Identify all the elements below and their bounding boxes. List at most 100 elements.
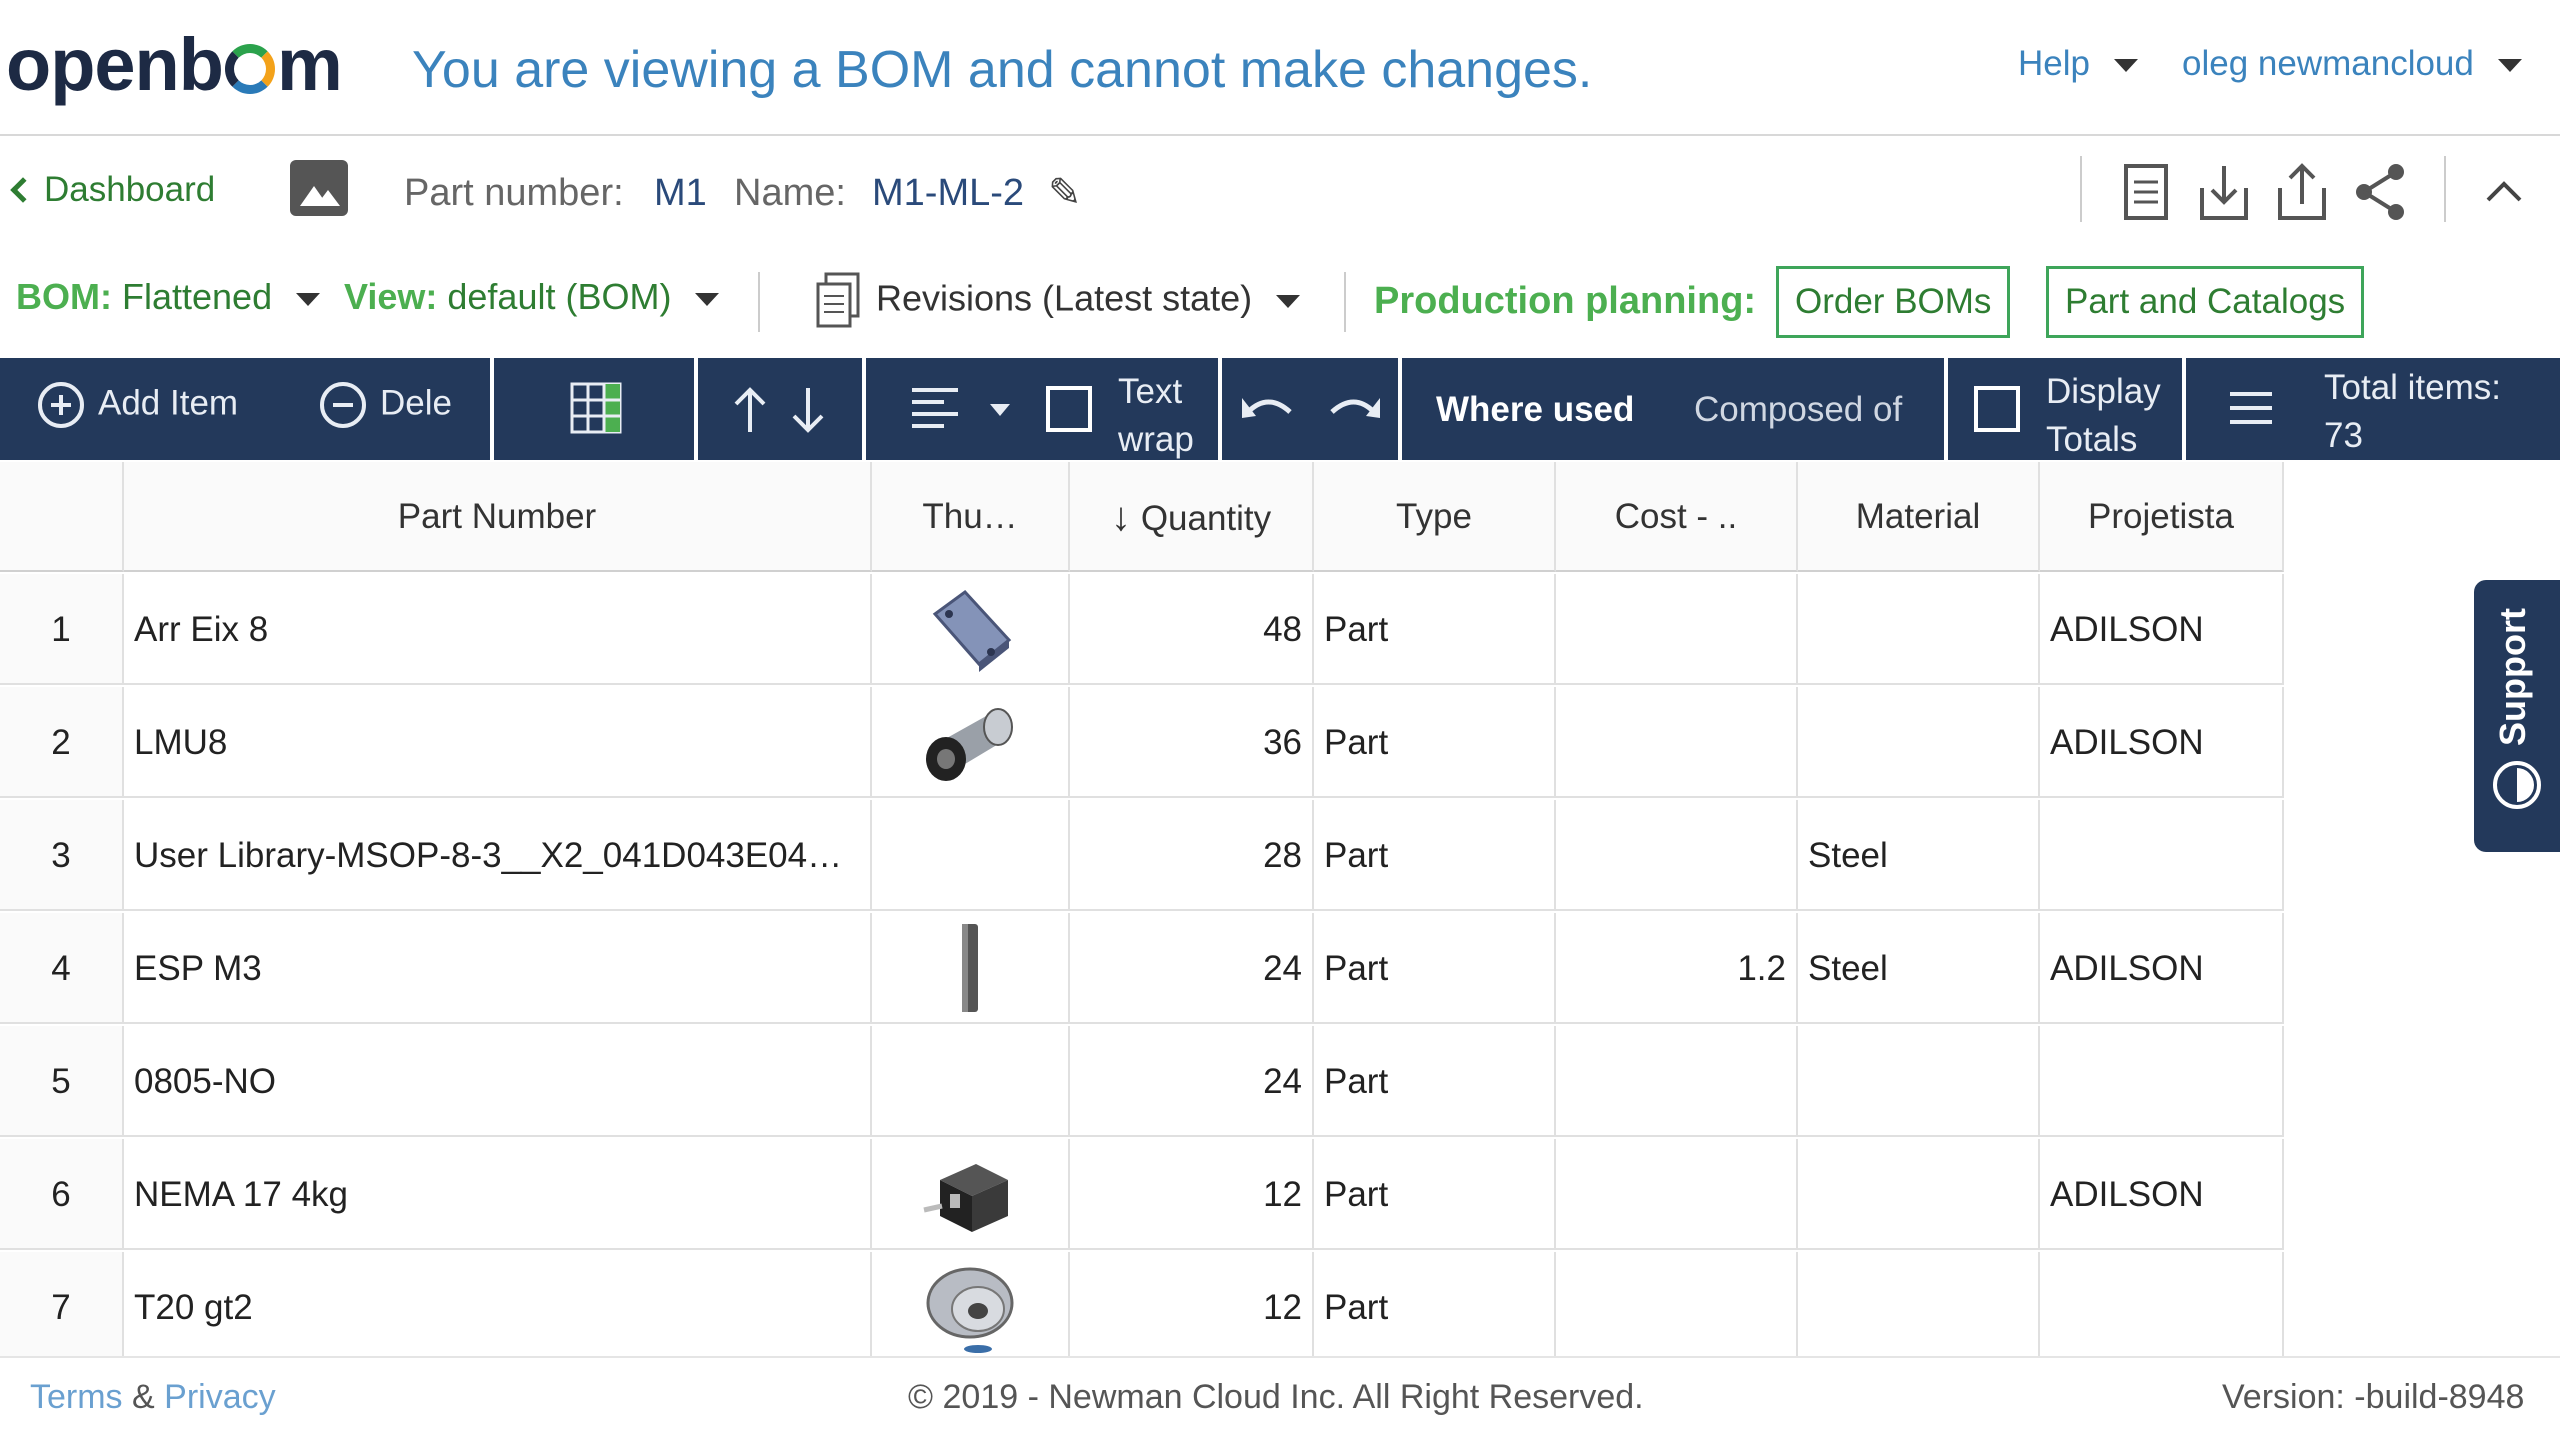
thumbnail-cell[interactable]	[872, 913, 1070, 1024]
cost-cell[interactable]	[1556, 800, 1798, 911]
part-number-cell[interactable]: NEMA 17 4kg	[124, 1139, 872, 1250]
material-cell[interactable]	[1798, 687, 2040, 798]
add-item-button[interactable]: Add Item	[38, 382, 238, 428]
quantity-cell[interactable]: 24	[1070, 1026, 1314, 1137]
quantity-cell[interactable]: 12	[1070, 1139, 1314, 1250]
pencil-icon[interactable]: ✎	[1048, 170, 1082, 216]
thumbnail-header[interactable]: Thu…	[872, 462, 1070, 572]
toolbar-divider	[2182, 358, 2186, 460]
help-menu[interactable]: Help	[2018, 44, 2138, 84]
projetista-cell[interactable]: ADILSON	[2040, 574, 2284, 685]
cost-cell[interactable]	[1556, 1026, 1798, 1137]
projetista-cell[interactable]: ADILSON	[2040, 913, 2284, 1024]
collapse-icon[interactable]	[2474, 162, 2534, 222]
cost-cell[interactable]	[1556, 1139, 1798, 1250]
type-cell[interactable]: Part	[1314, 800, 1556, 911]
quantity-cell[interactable]: 24	[1070, 913, 1314, 1024]
text-wrap-checkbox[interactable]	[1046, 386, 1092, 432]
cost-header[interactable]: Cost - ..	[1556, 462, 1798, 572]
type-cell[interactable]: Part	[1314, 574, 1556, 685]
material-cell[interactable]	[1798, 574, 2040, 685]
row-index: 3	[0, 800, 124, 911]
view-label: View:	[344, 276, 438, 317]
quantity-cell[interactable]: 28	[1070, 800, 1314, 911]
cost-cell[interactable]	[1556, 574, 1798, 685]
name-label: Name:	[734, 172, 846, 214]
download-icon[interactable]	[2194, 162, 2254, 222]
footer-amp: &	[132, 1378, 155, 1416]
redo-icon[interactable]	[1326, 388, 1382, 437]
material-cell[interactable]	[1798, 1026, 2040, 1137]
projetista-cell[interactable]: ADILSON	[2040, 1139, 2284, 1250]
thumbnail-cell[interactable]	[872, 800, 1070, 911]
revisions-select[interactable]: Revisions (Latest state)	[814, 272, 1301, 330]
part-catalogs-button[interactable]: Part and Catalogs	[2046, 266, 2365, 338]
projetista-cell[interactable]	[2040, 1252, 2284, 1363]
view-select[interactable]: View: default (BOM)	[344, 276, 720, 318]
projetista-cell[interactable]	[2040, 1026, 2284, 1137]
order-boms-button[interactable]: Order BOMs	[1776, 266, 2011, 338]
type-cell[interactable]: Part	[1314, 1139, 1556, 1250]
type-cell[interactable]: Part	[1314, 687, 1556, 798]
where-used-button[interactable]: Where used	[1436, 390, 1634, 430]
material-cell[interactable]: Steel	[1798, 800, 2040, 911]
material-cell[interactable]	[1798, 1139, 2040, 1250]
material-header[interactable]: Material	[1798, 462, 2040, 572]
openbom-logo[interactable]: openb m	[6, 22, 343, 107]
projetista-header[interactable]: Projetista	[2040, 462, 2284, 572]
quantity-cell[interactable]: 36	[1070, 687, 1314, 798]
plate-thumbnail-image	[872, 574, 1068, 683]
bom-type-select[interactable]: BOM: Flattened	[16, 276, 321, 318]
align-icon[interactable]	[910, 384, 1010, 445]
terms-link[interactable]: Terms	[30, 1378, 123, 1416]
part-number-cell[interactable]: Arr Eix 8	[124, 574, 872, 685]
support-tab[interactable]: Support	[2474, 580, 2560, 852]
display-totals-checkbox[interactable]	[1974, 386, 2020, 432]
sort-up-down-icon[interactable]	[728, 384, 828, 445]
cost-cell[interactable]	[1556, 687, 1798, 798]
material-cell[interactable]	[1798, 1252, 2040, 1363]
image-icon[interactable]	[290, 160, 348, 216]
projetista-cell[interactable]: ADILSON	[2040, 687, 2284, 798]
view-value: default (BOM)	[447, 276, 672, 317]
thumbnail-cell[interactable]	[872, 687, 1070, 798]
undo-icon[interactable]	[1240, 388, 1296, 437]
projetista-cell[interactable]	[2040, 800, 2284, 911]
upload-icon[interactable]	[2272, 162, 2332, 222]
thumbnail-cell[interactable]	[872, 1252, 1070, 1363]
part-number-cell[interactable]: ESP M3	[124, 913, 872, 1024]
part-number-cell[interactable]: T20 gt2	[124, 1252, 872, 1363]
part-number-cell[interactable]: 0805-NO	[124, 1026, 872, 1137]
sort-down-arrow-icon: ↓	[1110, 495, 1131, 539]
privacy-link[interactable]: Privacy	[164, 1378, 275, 1416]
chevron-down-icon	[695, 292, 720, 306]
composed-of-button[interactable]: Composed of	[1694, 390, 1902, 430]
type-cell[interactable]: Part	[1314, 1026, 1556, 1137]
document-icon[interactable]	[2116, 162, 2176, 222]
dashboard-link[interactable]: Dashboard	[10, 170, 215, 210]
thumbnail-cell[interactable]	[872, 574, 1070, 685]
hamburger-menu-icon[interactable]	[2228, 388, 2274, 437]
cost-cell[interactable]: 1.2	[1556, 913, 1798, 1024]
material-cell[interactable]: Steel	[1798, 913, 2040, 1024]
part-number-cell[interactable]: LMU8	[124, 687, 872, 798]
part-number-header[interactable]: Part Number	[124, 462, 872, 572]
quantity-cell[interactable]: 48	[1070, 574, 1314, 685]
delete-button[interactable]: Dele	[320, 382, 452, 428]
user-menu[interactable]: oleg newmancloud	[2182, 44, 2522, 84]
production-planning-label: Production planning:	[1374, 280, 1757, 322]
part-number-cell[interactable]: User Library-MSOP-8-3__X2_041D043E04…	[124, 800, 872, 911]
type-header[interactable]: Type	[1314, 462, 1556, 572]
bom-label: BOM:	[16, 276, 112, 317]
quantity-cell[interactable]: 12	[1070, 1252, 1314, 1363]
type-cell[interactable]: Part	[1314, 1252, 1556, 1363]
chevron-down-icon	[1276, 294, 1301, 308]
cost-cell[interactable]	[1556, 1252, 1798, 1363]
share-icon[interactable]	[2350, 162, 2410, 222]
quantity-header[interactable]: ↓ Quantity	[1070, 462, 1314, 572]
grid-view-icon[interactable]	[570, 382, 622, 443]
thumbnail-cell[interactable]	[872, 1139, 1070, 1250]
type-cell[interactable]: Part	[1314, 913, 1556, 1024]
row-index: 5	[0, 1026, 124, 1137]
thumbnail-cell[interactable]	[872, 1026, 1070, 1137]
